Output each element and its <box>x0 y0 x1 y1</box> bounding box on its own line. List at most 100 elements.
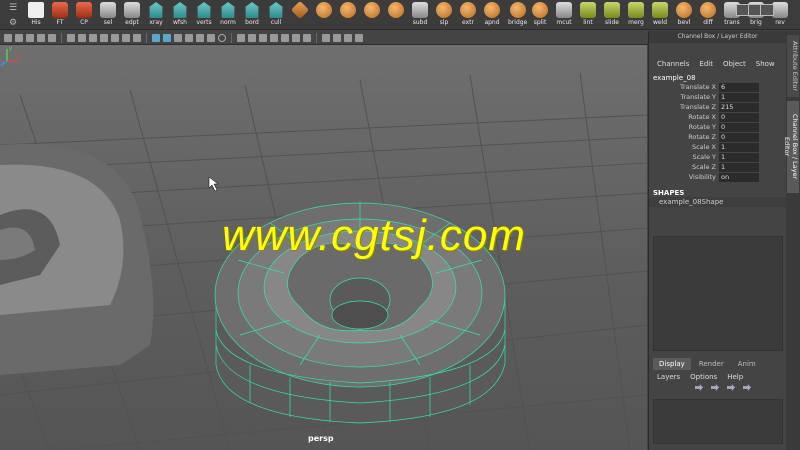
attribute-value-field[interactable]: 0 <box>719 132 759 142</box>
shelf-menu-icon[interactable]: ☰ <box>9 3 17 13</box>
attribute-value-field[interactable]: 6 <box>719 82 759 92</box>
attribute-label[interactable]: Visibility <box>649 173 719 181</box>
attribute-label[interactable]: Translate Z <box>649 103 719 111</box>
shelf-button-bridge[interactable]: bridge <box>508 2 527 29</box>
anti-alias-icon[interactable] <box>248 33 256 42</box>
attribute-value-field[interactable]: 1 <box>719 152 759 162</box>
wireframe-on-shaded-icon[interactable] <box>174 33 182 42</box>
wireframe-icon[interactable] <box>152 33 160 42</box>
menu-show[interactable]: Show <box>756 60 775 68</box>
bookmark-icon[interactable] <box>26 33 34 42</box>
ambient-occlusion-icon[interactable] <box>218 33 226 42</box>
camera-select-icon[interactable] <box>4 33 12 42</box>
textured-icon[interactable] <box>185 33 193 42</box>
shelf-button-tool-15[interactable] <box>388 2 404 29</box>
gear-icon[interactable]: ⚙ <box>9 18 17 28</box>
shelf-button-weld[interactable]: weld <box>652 2 668 29</box>
film-gate-icon[interactable] <box>78 33 86 42</box>
tab-channel-box[interactable]: Channel Box / Layer Editor <box>783 101 799 193</box>
safe-action-icon[interactable] <box>122 33 130 42</box>
attribute-label[interactable]: Rotate Z <box>649 133 719 141</box>
image-plane-icon[interactable] <box>37 33 45 42</box>
tab-attribute-editor[interactable]: Attribute Editor <box>787 35 799 97</box>
attribute-label[interactable]: Translate Y <box>649 93 719 101</box>
shelf-button-tool-13[interactable] <box>340 2 356 29</box>
shelf-button-sel[interactable]: sel <box>100 2 116 29</box>
gamma-icon[interactable] <box>322 33 330 42</box>
viewport[interactable]: www.cgtsj.com X Y Z persp <box>0 45 647 450</box>
resolution-gate-icon[interactable] <box>89 33 97 42</box>
shelf-button-subd[interactable]: subd <box>412 2 428 29</box>
attribute-value-field[interactable]: on <box>719 172 759 182</box>
menu-object[interactable]: Object <box>723 60 746 68</box>
shelf-button-rev[interactable]: rev <box>772 2 788 29</box>
xray-icon[interactable] <box>281 33 289 42</box>
attribute-label[interactable]: Scale X <box>649 143 719 151</box>
new-layer-icon[interactable] <box>727 384 735 391</box>
shelf-button-tool-11[interactable] <box>290 0 310 29</box>
shelf-button-apnd[interactable]: apnd <box>484 2 500 29</box>
attribute-label[interactable]: Scale Z <box>649 163 719 171</box>
shelf-button-CP[interactable]: CP <box>76 2 92 29</box>
exposure-icon[interactable] <box>333 33 341 42</box>
shelf-button-slp[interactable]: slp <box>436 2 452 29</box>
depth-of-field-icon[interactable] <box>259 33 267 42</box>
xray-components-icon[interactable] <box>303 33 311 42</box>
shelf-button-slide[interactable]: slide <box>604 2 620 29</box>
view-transform-icon[interactable] <box>355 33 363 42</box>
object-name[interactable]: example_08 <box>649 71 786 82</box>
attribute-value-field[interactable]: 1 <box>719 142 759 152</box>
window-close-button[interactable] <box>760 2 774 29</box>
move-layer-up-icon[interactable] <box>695 384 703 391</box>
new-layer-from-selected-icon[interactable] <box>743 384 751 391</box>
grid-icon[interactable] <box>67 33 75 42</box>
shelf-button-norm[interactable]: norm <box>220 2 236 29</box>
shelf-button-bevl[interactable]: bevl <box>676 2 692 29</box>
safe-title-icon[interactable] <box>133 33 141 42</box>
attribute-value-field[interactable]: 0 <box>719 122 759 132</box>
tab-render[interactable]: Render <box>692 358 730 370</box>
shelf-button-lint[interactable]: lint <box>580 2 596 29</box>
shape-name[interactable]: example_08Shape <box>649 197 786 207</box>
isolate-select-icon[interactable] <box>270 33 278 42</box>
camera-attributes-icon[interactable] <box>48 33 56 42</box>
attribute-label[interactable]: Translate X <box>649 83 719 91</box>
attribute-label[interactable]: Rotate X <box>649 113 719 121</box>
attribute-label[interactable]: Scale Y <box>649 153 719 161</box>
smooth-shade-icon[interactable] <box>163 33 171 42</box>
shelf-button-diff[interactable]: diff <box>700 2 716 29</box>
shelf-button-verts[interactable]: verts <box>196 2 212 29</box>
menu-channels[interactable]: Channels <box>657 60 689 68</box>
shelf-button-tool-14[interactable] <box>364 2 380 29</box>
motion-blur-icon[interactable] <box>237 33 245 42</box>
shelf-button-wfsh[interactable]: wfsh <box>172 2 188 29</box>
shelf-button-bord[interactable]: bord <box>244 2 260 29</box>
shelf-button-tool-12[interactable] <box>316 2 332 29</box>
shelf-button-cull[interactable]: cull <box>268 2 284 29</box>
shelf-gear[interactable]: ☰ ⚙ <box>0 0 26 30</box>
attribute-value-field[interactable]: 0 <box>719 112 759 122</box>
shelf-button-His[interactable]: His <box>28 2 44 29</box>
attribute-value-field[interactable]: 1 <box>719 162 759 172</box>
menu-help[interactable]: Help <box>727 373 743 381</box>
tab-anim[interactable]: Anim <box>731 358 762 370</box>
shelf-button-split[interactable]: split <box>532 2 548 29</box>
attribute-value-field[interactable]: 215 <box>719 102 759 112</box>
field-chart-icon[interactable] <box>111 33 119 42</box>
move-layer-down-icon[interactable] <box>711 384 719 391</box>
gate-mask-icon[interactable] <box>100 33 108 42</box>
lights-icon[interactable] <box>196 33 204 42</box>
shelf-button-mcut[interactable]: mcut <box>556 2 572 29</box>
shelf-button-edpt[interactable]: edpt <box>124 2 140 29</box>
tab-display[interactable]: Display <box>653 358 691 370</box>
shelf-button-FT[interactable]: FT <box>52 2 68 29</box>
menu-options[interactable]: Options <box>690 373 717 381</box>
shelf-button-merg[interactable]: merg <box>628 2 644 29</box>
menu-layers[interactable]: Layers <box>657 373 680 381</box>
attribute-value-field[interactable]: 1 <box>719 92 759 102</box>
menu-edit[interactable]: Edit <box>699 60 713 68</box>
attribute-label[interactable]: Rotate Y <box>649 123 719 131</box>
color-management-icon[interactable] <box>344 33 352 42</box>
shelf-button-extr[interactable]: extr <box>460 2 476 29</box>
shadows-icon[interactable] <box>207 33 215 42</box>
